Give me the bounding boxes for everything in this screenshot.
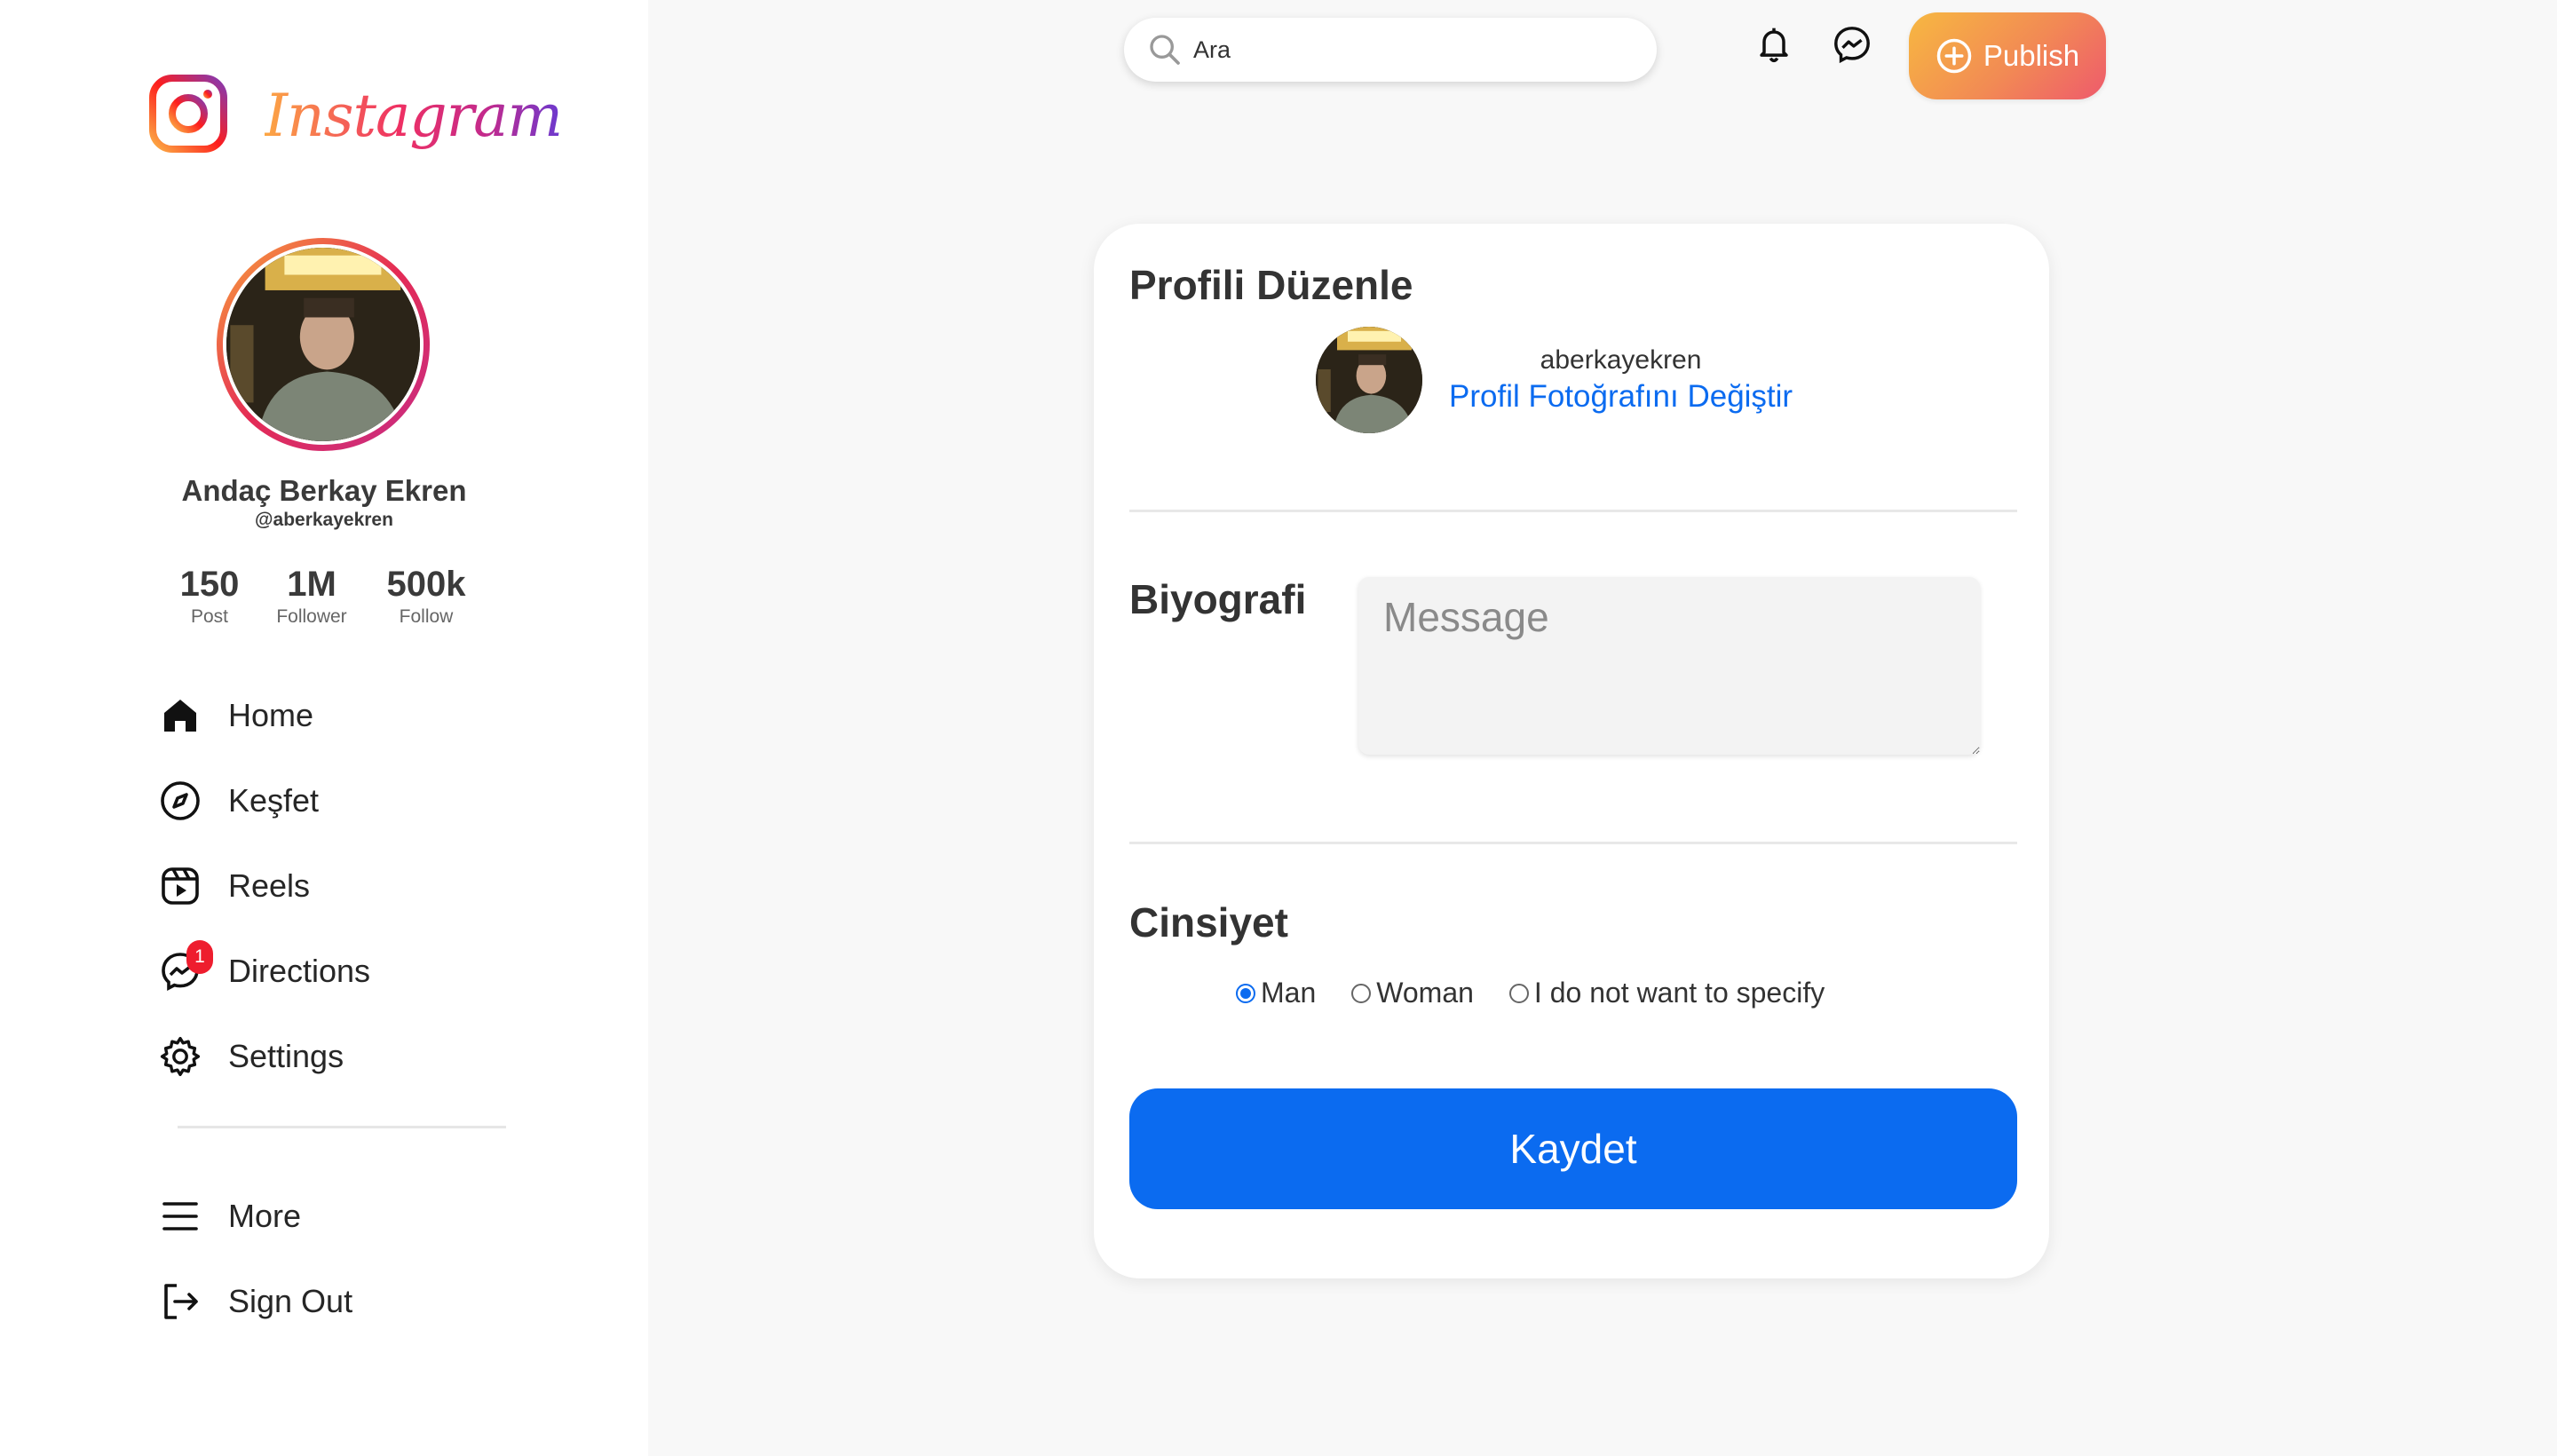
nav-label: Settings bbox=[228, 1038, 344, 1074]
menu-icon bbox=[158, 1194, 202, 1238]
compass-icon bbox=[158, 779, 202, 823]
profile-name: Andaç Berkay Ekren bbox=[181, 474, 467, 507]
nav-label: Keşfet bbox=[228, 782, 320, 819]
profile-photo-editor: aberkayekren Profil Fotoğrafını Değiştir bbox=[1316, 327, 1793, 433]
nav-item-more[interactable]: More bbox=[158, 1191, 531, 1241]
radio-button[interactable] bbox=[1508, 983, 1529, 1003]
divider bbox=[1129, 510, 2017, 512]
save-button[interactable]: Kaydet bbox=[1129, 1088, 2017, 1209]
radio-button[interactable] bbox=[1351, 983, 1372, 1003]
gender-label: Cinsiyet bbox=[1129, 899, 1288, 946]
profile-avatar[interactable] bbox=[217, 238, 430, 451]
nav-label: Directions bbox=[228, 953, 371, 989]
nav-label: More bbox=[228, 1198, 302, 1234]
gear-icon bbox=[158, 1034, 202, 1079]
divider bbox=[1129, 842, 2017, 844]
notification-badge: 1 bbox=[186, 940, 213, 974]
stat-following[interactable]: 500k Follow bbox=[364, 565, 488, 628]
page-title: Profili Düzenle bbox=[1129, 262, 1413, 308]
publish-label: Publish bbox=[1983, 39, 2080, 72]
brand-logo[interactable]: Instagram bbox=[149, 75, 563, 157]
nav-label: Reels bbox=[228, 867, 311, 904]
reels-icon bbox=[158, 864, 202, 908]
nav-item-home[interactable]: Home bbox=[158, 691, 531, 740]
bio-label: Biyografi bbox=[1129, 576, 1307, 622]
search-icon bbox=[1147, 32, 1183, 67]
stat-label: Follower bbox=[276, 606, 347, 627]
nav-item-settings[interactable]: Settings bbox=[158, 1032, 531, 1081]
messenger-icon bbox=[1832, 24, 1872, 69]
stat-value: 500k bbox=[386, 565, 466, 604]
change-photo-link[interactable]: Profil Fotoğrafını Değiştir bbox=[1449, 379, 1793, 415]
radio-button[interactable] bbox=[1236, 983, 1255, 1003]
plus-circle-icon bbox=[1936, 37, 1973, 75]
nav-item-directions[interactable]: 1 Directions bbox=[158, 940, 531, 996]
home-icon bbox=[158, 693, 202, 738]
gender-radio-group: Man Woman I do not want to specify bbox=[1236, 977, 1860, 1009]
radio-label: Man bbox=[1261, 977, 1317, 1009]
sidebar-divider bbox=[178, 1126, 506, 1128]
instagram-icon bbox=[149, 75, 227, 157]
stat-followers[interactable]: 1M Follower bbox=[249, 565, 374, 628]
publish-button[interactable]: Publish bbox=[1909, 12, 2106, 99]
avatar[interactable] bbox=[1316, 327, 1422, 433]
stat-label: Follow bbox=[399, 606, 454, 627]
messages-button[interactable] bbox=[1831, 25, 1873, 67]
radio-label: Woman bbox=[1376, 977, 1474, 1009]
brand-wordmark: Instagram bbox=[265, 82, 563, 150]
nav-label: Sign Out bbox=[228, 1283, 353, 1319]
nav-label: Home bbox=[228, 697, 314, 733]
nav-item-explore[interactable]: Keşfet bbox=[158, 776, 531, 826]
sidebar: Instagram Andaç Berkay Ekren @aberkayekr… bbox=[0, 0, 648, 1456]
stat-value: 1M bbox=[287, 565, 336, 604]
bell-icon bbox=[1754, 25, 1793, 68]
avatar-photo bbox=[226, 248, 420, 441]
search-input[interactable] bbox=[1191, 35, 1621, 65]
bio-textarea[interactable] bbox=[1358, 577, 1980, 755]
notifications-button[interactable] bbox=[1753, 25, 1795, 67]
radio-label: I do not want to specify bbox=[1533, 977, 1825, 1009]
gender-option-unspecified[interactable]: I do not want to specify bbox=[1508, 977, 1825, 1009]
gender-option-woman[interactable]: Woman bbox=[1351, 977, 1474, 1009]
messenger-icon: 1 bbox=[158, 940, 213, 993]
gender-option-man[interactable]: Man bbox=[1236, 977, 1316, 1009]
edit-profile-card: Profili Düzenle aberkayekren Profil Foto… bbox=[1094, 224, 2049, 1278]
nav-item-reels[interactable]: Reels bbox=[158, 861, 531, 911]
username: aberkayekren bbox=[1540, 345, 1702, 375]
search-bar[interactable] bbox=[1124, 18, 1657, 82]
nav-item-sign-out[interactable]: Sign Out bbox=[158, 1277, 531, 1326]
profile-handle: @aberkayekren bbox=[255, 510, 393, 530]
sign-out-icon bbox=[158, 1279, 202, 1324]
